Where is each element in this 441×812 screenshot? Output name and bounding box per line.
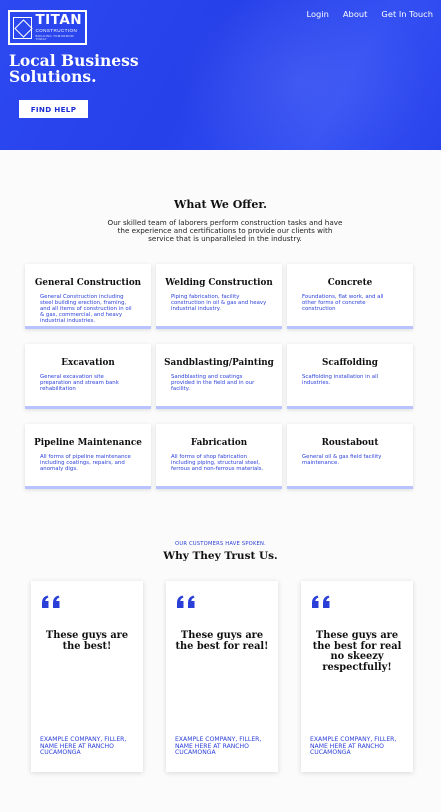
service-title: General Construction: [34, 278, 142, 288]
service-card-scaffolding[interactable]: Scaffolding Scaffolding installation in …: [287, 344, 413, 409]
service-card-pipeline-maintenance[interactable]: Pipeline Maintenance All forms of pipeli…: [25, 424, 151, 489]
service-text: Foundations, flat work, and all other fo…: [302, 294, 384, 312]
testimonial-author: EXAMPLE COMPANY, FILLER, NAME HERE AT RA…: [40, 736, 127, 757]
quote-icon: [42, 595, 60, 608]
testimonials-title: Why They Trust Us.: [163, 550, 278, 562]
hero-banner: TITAN CONSTRUCTION BUILDING TOMORROW TOD…: [0, 0, 441, 150]
titan-logo[interactable]: TITAN CONSTRUCTION BUILDING TOMORROW TOD…: [8, 10, 87, 45]
testimonial-card: These guys are the best! EXAMPLE COMPANY…: [31, 581, 143, 772]
testimonial-author: EXAMPLE COMPANY, FILLER, NAME HERE AT RA…: [310, 736, 397, 757]
logo-sub-text: CONSTRUCTION: [35, 27, 78, 33]
service-title: Welding Construction: [165, 278, 273, 288]
service-title: Fabrication: [190, 438, 248, 448]
hero-title: Local Business Solutions.: [9, 51, 139, 86]
service-text: Scaffolding installation in all industri…: [302, 374, 379, 386]
service-title: Concrete: [327, 278, 373, 288]
service-text: All forms of pipeline maintenance includ…: [40, 454, 131, 472]
logo-tagline: BUILDING TOMORROW TODAY: [35, 33, 74, 41]
logo-main-text: TITAN: [35, 12, 83, 29]
service-card-roustabout[interactable]: Roustabout General oil & gas field facil…: [287, 424, 413, 489]
testimonial-quote: These guys are the best!: [45, 630, 129, 652]
top-nav: Login About Get In Touch: [292, 9, 433, 19]
nav-about-link[interactable]: About: [343, 9, 368, 19]
service-text: Piping fabrication, facility constructio…: [171, 294, 267, 312]
service-card-sandblasting-painting[interactable]: Sandblasting/Painting Sandblasting and c…: [156, 344, 282, 409]
service-text: General Construction including steel bui…: [40, 294, 132, 324]
service-title: Roustabout: [321, 438, 379, 448]
service-text: General excavation site preparation and …: [40, 374, 119, 392]
quote-icon: [177, 595, 195, 608]
service-card-general-construction[interactable]: General Construction General Constructio…: [25, 264, 151, 329]
service-text: All forms of shop fabrication including …: [171, 454, 264, 472]
service-text: General oil & gas field facility mainten…: [302, 454, 382, 466]
logo-text: TITAN CONSTRUCTION BUILDING TOMORROW TOD…: [35, 14, 85, 40]
testimonial-card: These guys are the best for real! EXAMPL…: [166, 581, 278, 772]
service-title: Sandblasting/Painting: [164, 358, 274, 368]
service-card-fabrication[interactable]: Fabrication All forms of shop fabricatio…: [156, 424, 282, 489]
nav-get-in-touch-link[interactable]: Get In Touch: [381, 9, 433, 19]
service-card-excavation[interactable]: Excavation General excavation site prepa…: [25, 344, 151, 409]
testimonial-card: These guys are the best for real no skee…: [301, 581, 413, 772]
find-help-button[interactable]: FIND HELP: [19, 100, 88, 118]
testimonial-quote: These guys are the best for real no skee…: [312, 630, 402, 673]
testimonial-quote: These guys are the best for real!: [175, 630, 269, 652]
service-card-welding-construction[interactable]: Welding Construction Piping fabrication,…: [156, 264, 282, 329]
service-title: Excavation: [61, 358, 115, 368]
offer-section-title: What We Offer.: [174, 198, 267, 211]
service-title: Scaffolding: [322, 358, 378, 368]
offer-description: Our skilled team of laborers perform con…: [107, 218, 343, 243]
quote-icon: [312, 595, 330, 608]
nav-login-link[interactable]: Login: [306, 9, 328, 19]
testimonials-eyebrow: OUR CUSTOMERS HAVE SPOKEN.: [175, 541, 266, 547]
testimonial-author: EXAMPLE COMPANY, FILLER, NAME HERE AT RA…: [175, 736, 262, 757]
service-card-concrete[interactable]: Concrete Foundations, flat work, and all…: [287, 264, 413, 329]
service-title: Pipeline Maintenance: [34, 438, 142, 448]
hero-background-overlay: [170, 0, 430, 150]
service-text: Sandblasting and coatings provided in th…: [171, 374, 255, 392]
logo-emblem-icon: [13, 16, 33, 39]
